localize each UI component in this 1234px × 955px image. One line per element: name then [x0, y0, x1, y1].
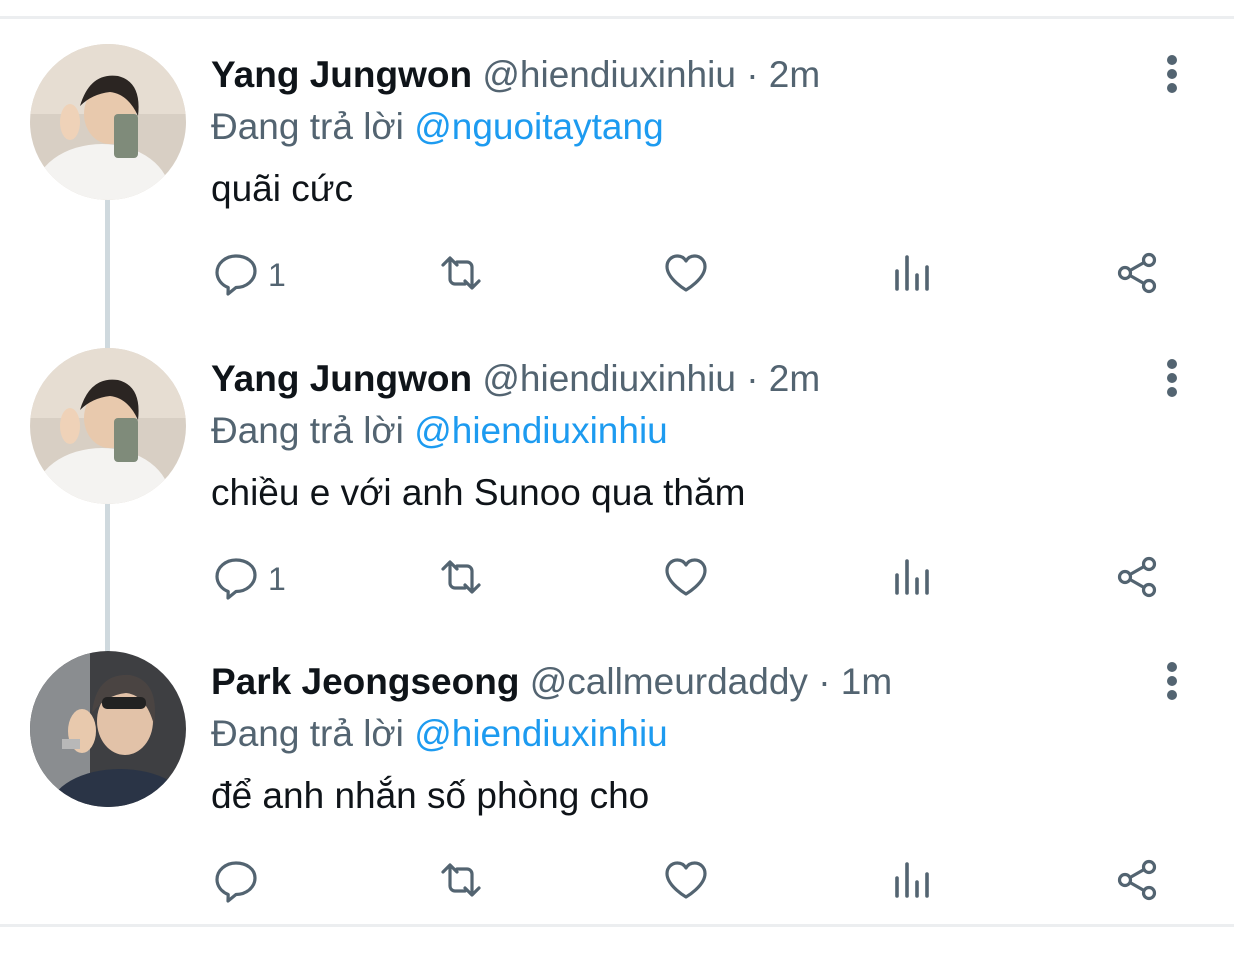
- tweet-text: quãi cức: [211, 168, 354, 209]
- reply-icon: [212, 553, 260, 606]
- share-button[interactable]: [1113, 857, 1161, 907]
- like-button[interactable]: [662, 857, 710, 907]
- author-name[interactable]: Yang Jungwon: [211, 54, 472, 95]
- more-vertical-icon[interactable]: [1150, 659, 1194, 703]
- reply-count: 1: [268, 256, 286, 293]
- reply-icon: [212, 856, 260, 909]
- retweet-icon: [437, 553, 485, 606]
- replying-to: Đang trả lời @nguoitaytang: [211, 102, 664, 152]
- action-bar: 1: [0, 250, 1234, 300]
- tweet-text: chiều e với anh Sunoo qua thăm: [211, 472, 746, 513]
- tweet[interactable]: Yang Jungwon @hiendiuxinhiu · 2m Đang tr…: [0, 348, 1234, 652]
- reply-button[interactable]: [212, 857, 268, 907]
- heart-icon: [662, 856, 710, 909]
- tweet-text: để anh nhắn số phòng cho: [211, 775, 650, 816]
- timestamp[interactable]: 2m: [769, 54, 820, 95]
- replying-to-prefix: Đang trả lời: [211, 106, 404, 147]
- author-handle[interactable]: @callmeurdaddy: [530, 661, 808, 702]
- reply-button[interactable]: 1: [212, 554, 286, 604]
- avatar[interactable]: [30, 651, 186, 807]
- tweet-header: Yang Jungwon @hiendiuxinhiu · 2m: [211, 50, 820, 100]
- author-handle[interactable]: @hiendiuxinhiu: [482, 54, 736, 95]
- share-icon: [1113, 553, 1161, 606]
- heart-icon: [662, 553, 710, 606]
- retweet-icon: [437, 856, 485, 909]
- author-name[interactable]: Yang Jungwon: [211, 358, 472, 399]
- retweet-button[interactable]: [437, 554, 485, 604]
- tweet-header: Yang Jungwon @hiendiuxinhiu · 2m: [211, 354, 820, 404]
- views-button[interactable]: [888, 857, 936, 907]
- views-icon: [888, 249, 936, 302]
- retweet-button[interactable]: [437, 857, 485, 907]
- reply-count: 1: [268, 560, 286, 597]
- views-icon: [888, 553, 936, 606]
- views-button[interactable]: [888, 554, 936, 604]
- views-icon: [888, 856, 936, 909]
- separator-dot: ·: [746, 358, 759, 399]
- action-bar: 1: [0, 554, 1234, 604]
- separator-dot: ·: [818, 661, 831, 702]
- timestamp[interactable]: 2m: [769, 358, 820, 399]
- replying-to-prefix: Đang trả lời: [211, 713, 404, 754]
- like-button[interactable]: [662, 554, 710, 604]
- share-button[interactable]: [1113, 250, 1161, 300]
- share-icon: [1113, 856, 1161, 909]
- retweet-button[interactable]: [437, 250, 485, 300]
- top-divider: [0, 16, 1234, 19]
- replying-to: Đang trả lời @hiendiuxinhiu: [211, 709, 668, 759]
- author-handle[interactable]: @hiendiuxinhiu: [482, 358, 736, 399]
- timestamp[interactable]: 1m: [841, 661, 892, 702]
- like-button[interactable]: [662, 250, 710, 300]
- action-bar: [0, 857, 1234, 907]
- reply-icon: [212, 249, 260, 302]
- more-vertical-icon[interactable]: [1150, 356, 1194, 400]
- heart-icon: [662, 249, 710, 302]
- more-vertical-icon[interactable]: [1150, 52, 1194, 96]
- replying-to-mention[interactable]: @hiendiuxinhiu: [414, 410, 668, 451]
- bottom-divider: [0, 924, 1234, 927]
- share-icon: [1113, 249, 1161, 302]
- tweet[interactable]: Yang Jungwon @hiendiuxinhiu · 2m Đang tr…: [0, 44, 1234, 348]
- replying-to-mention[interactable]: @nguoitaytang: [414, 106, 663, 147]
- views-button[interactable]: [888, 250, 936, 300]
- share-button[interactable]: [1113, 554, 1161, 604]
- avatar[interactable]: [30, 348, 186, 504]
- author-name[interactable]: Park Jeongseong: [211, 661, 519, 702]
- tweet[interactable]: Park Jeongseong @callmeurdaddy · 1m Đang…: [0, 651, 1234, 955]
- reply-button[interactable]: 1: [212, 250, 286, 300]
- retweet-icon: [437, 249, 485, 302]
- replying-to-mention[interactable]: @hiendiuxinhiu: [414, 713, 668, 754]
- replying-to: Đang trả lời @hiendiuxinhiu: [211, 406, 668, 456]
- avatar[interactable]: [30, 44, 186, 200]
- tweet-header: Park Jeongseong @callmeurdaddy · 1m: [211, 657, 892, 707]
- replying-to-prefix: Đang trả lời: [211, 410, 404, 451]
- separator-dot: ·: [746, 54, 759, 95]
